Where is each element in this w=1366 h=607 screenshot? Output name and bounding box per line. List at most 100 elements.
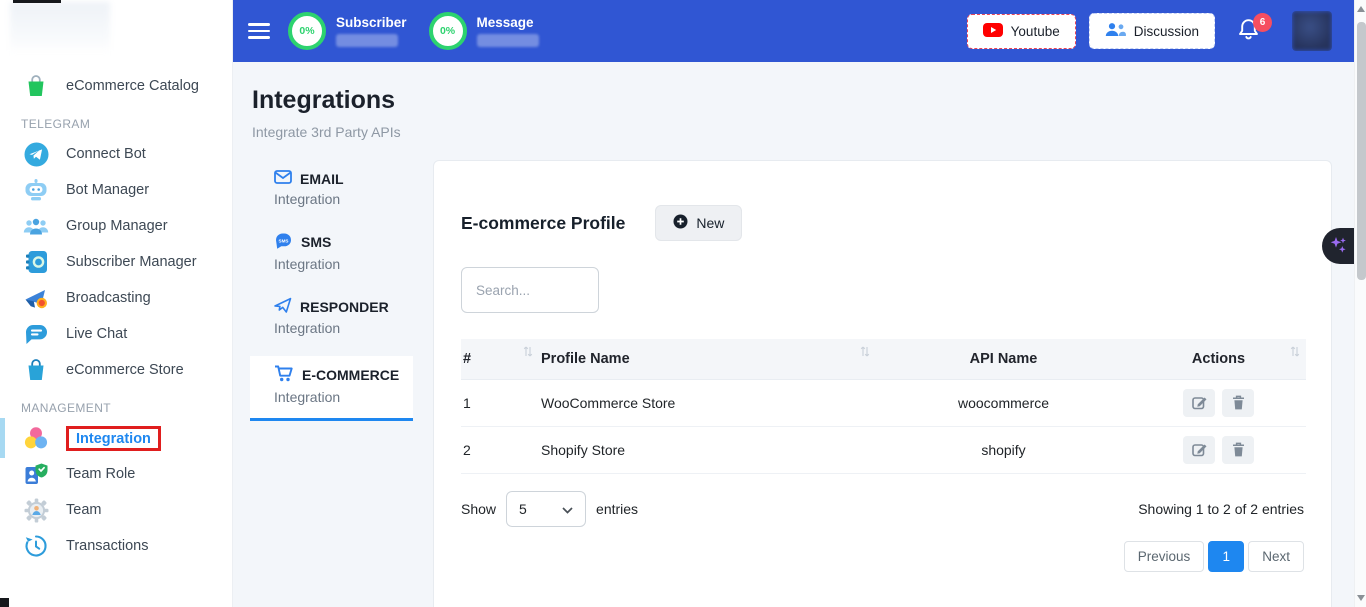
shopping-bag-blue-icon [23, 358, 49, 382]
sidebar-item-live-chat[interactable]: Live Chat [0, 316, 232, 352]
cart-icon [274, 365, 294, 385]
notifications-bell[interactable]: 6 [1237, 17, 1260, 45]
bell-icon [1237, 29, 1260, 45]
delete-button[interactable] [1222, 436, 1254, 464]
showing-entries-text: Showing 1 to 2 of 2 entries [1138, 501, 1304, 517]
hamburger-menu-icon[interactable] [248, 19, 270, 43]
search-input[interactable] [461, 267, 599, 313]
sidebar-item-team-role[interactable]: Team Role [0, 456, 232, 492]
subnav-subtitle: Integration [274, 320, 401, 336]
next-page-button[interactable]: Next [1248, 541, 1304, 572]
sidebar-item-team[interactable]: Team [0, 492, 232, 528]
app-logo[interactable] [0, 0, 232, 60]
current-page-button[interactable]: 1 [1208, 541, 1244, 572]
role-shield-icon [23, 462, 49, 486]
plus-circle-icon [673, 214, 688, 232]
new-profile-button[interactable]: New [655, 205, 742, 241]
ai-assistant-fab[interactable] [1322, 228, 1354, 264]
sidebar-item-subscriber-manager[interactable]: Subscriber Manager [0, 244, 232, 280]
sidebar-item-label: Team Role [66, 466, 135, 482]
sidebar-item-integration[interactable]: Integration [0, 420, 232, 456]
edit-button[interactable] [1183, 389, 1215, 417]
sidebar-item-label: Transactions [66, 538, 148, 554]
message-percent: 0% [440, 25, 455, 37]
browser-artifact-top [13, 0, 61, 3]
scroll-up-arrow[interactable] [1357, 6, 1365, 12]
youtube-icon [983, 23, 1003, 40]
sms-bubble-icon: SMS [274, 232, 293, 252]
users-group-icon [23, 217, 49, 236]
sparkles-icon [1330, 235, 1347, 257]
history-clock-icon [23, 534, 49, 558]
sort-icon[interactable] [1290, 345, 1300, 362]
subscriber-percent: 0% [299, 25, 314, 37]
message-stat: 0% Message [429, 12, 539, 50]
broadcast-icon [23, 287, 49, 309]
paper-plane-icon [274, 297, 292, 316]
sidebar-item-label: eCommerce Store [66, 362, 184, 378]
message-stat-label: Message [477, 15, 539, 30]
sidebar-item-transactions[interactable]: Transactions [0, 528, 232, 564]
sidebar-item-label: Connect Bot [66, 146, 146, 162]
sidebar-item-label: Bot Manager [66, 182, 149, 198]
sidebar-item-broadcasting[interactable]: Broadcasting [0, 280, 232, 316]
column-header-profile-name[interactable]: Profile Name [539, 339, 876, 379]
notification-badge: 6 [1253, 13, 1272, 32]
subnav-subtitle: Integration [274, 256, 401, 272]
column-header-num[interactable]: # [461, 339, 539, 379]
table-row: 2 Shopify Store shopify [461, 426, 1306, 473]
robot-icon [23, 179, 49, 201]
svg-text:SMS: SMS [279, 238, 289, 243]
subnav-email-integration[interactable]: EMAIL Integration [250, 165, 413, 216]
ecommerce-profile-card: E-commerce Profile New # [433, 160, 1332, 607]
delete-button[interactable] [1222, 389, 1254, 417]
sidebar-item-bot-manager[interactable]: Bot Manager [0, 172, 232, 208]
envelope-icon [274, 170, 292, 187]
column-header-actions[interactable]: Actions [1131, 339, 1306, 379]
row-api-name: woocommerce [876, 379, 1131, 426]
logo-blurred-placeholder [10, 2, 110, 54]
sidebar-item-connect-bot[interactable]: Connect Bot [0, 136, 232, 172]
youtube-button[interactable]: Youtube [967, 14, 1076, 49]
previous-page-button[interactable]: Previous [1124, 541, 1205, 572]
subnav-title: EMAIL [300, 171, 344, 187]
subnav-sms-integration[interactable]: SMS SMS Integration [250, 227, 413, 281]
table-header-row: # Profile Name API Name [461, 339, 1306, 379]
color-circles-icon [23, 426, 49, 451]
page-subtitle: Integrate 3rd Party APIs [252, 124, 1354, 140]
user-avatar[interactable] [1292, 11, 1332, 51]
sidebar-item-ecommerce-catalog[interactable]: eCommerce Catalog [0, 68, 232, 104]
sort-icon[interactable] [523, 345, 533, 362]
team-gear-icon [23, 498, 49, 523]
subnav-responder-integration[interactable]: RESPONDER Integration [250, 292, 413, 345]
chevron-down-icon [562, 501, 573, 517]
pagination: Previous 1 Next [461, 541, 1304, 572]
scroll-down-arrow[interactable] [1357, 595, 1365, 601]
sidebar-item-label: Group Manager [66, 218, 168, 234]
edit-button[interactable] [1183, 436, 1215, 464]
sidebar-item-ecommerce-store[interactable]: eCommerce Store [0, 352, 232, 388]
sort-icon[interactable] [860, 345, 870, 362]
column-header-api-name[interactable]: API Name [876, 339, 1131, 379]
row-profile-name: WooCommerce Store [539, 379, 876, 426]
row-num: 2 [461, 426, 539, 473]
subnav-ecommerce-integration[interactable]: E-COMMERCE Integration [250, 356, 413, 421]
row-api-name: shopify [876, 426, 1131, 473]
entries-label: entries [596, 501, 638, 517]
scrollbar-thumb[interactable] [1357, 22, 1366, 280]
subnav-title: E-COMMERCE [302, 367, 399, 383]
page-title: Integrations [252, 86, 1354, 115]
vertical-scrollbar[interactable] [1354, 0, 1366, 607]
avatar-blurred-image [1292, 11, 1332, 51]
subnav-title: RESPONDER [300, 299, 389, 315]
shopping-bag-green-icon [23, 74, 49, 98]
subnav-subtitle: Integration [274, 191, 401, 207]
row-profile-name: Shopify Store [539, 426, 876, 473]
discussion-users-icon [1105, 22, 1126, 40]
top-header: 0% Subscriber 0% Message Youtube Discuss… [233, 0, 1354, 62]
page-size-select[interactable]: 5 [506, 491, 586, 527]
discussion-button[interactable]: Discussion [1089, 13, 1215, 49]
sidebar-item-group-manager[interactable]: Group Manager [0, 208, 232, 244]
chat-bubble-icon [23, 323, 49, 345]
discussion-button-label: Discussion [1134, 24, 1199, 39]
